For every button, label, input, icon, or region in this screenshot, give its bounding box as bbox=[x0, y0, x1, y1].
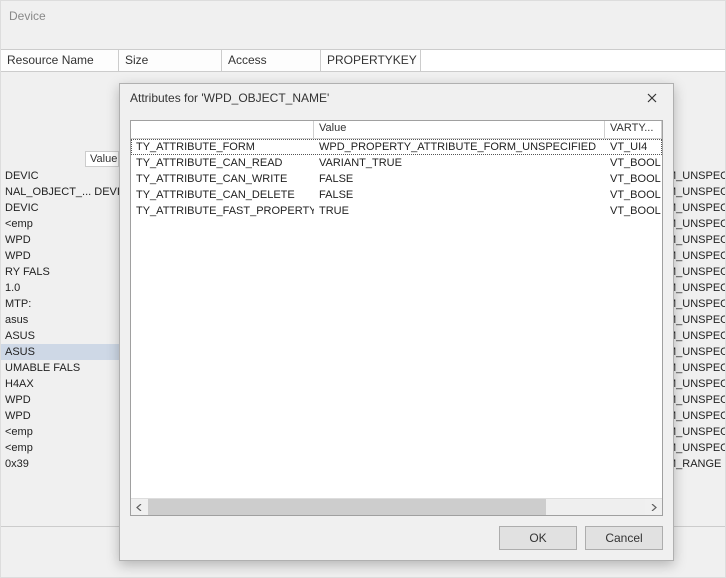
listview-column-header[interactable]: VARTY... bbox=[605, 121, 662, 138]
column-header[interactable]: Resource Name bbox=[1, 50, 119, 71]
attributes-dialog: Attributes for 'WPD_OBJECT_NAME' ValueVA… bbox=[119, 83, 674, 561]
listview-column-header[interactable]: Value bbox=[314, 121, 605, 138]
list-item[interactable]: 1.0 bbox=[1, 280, 119, 296]
list-item[interactable]: MTP: bbox=[1, 296, 119, 312]
list-item[interactable]: 0x39 bbox=[1, 456, 119, 472]
dialog-button-row: OK Cancel bbox=[130, 516, 663, 550]
listview-header: ValueVARTY... bbox=[131, 121, 662, 139]
table-row[interactable]: TY_ATTRIBUTE_FAST_PROPERTYTRUEVT_BOOL bbox=[131, 203, 662, 219]
attributes-listview[interactable]: ValueVARTY... TY_ATTRIBUTE_FORMWPD_PROPE… bbox=[130, 120, 663, 516]
value-column-header-partial: Value bbox=[85, 151, 119, 167]
table-row[interactable]: TY_ATTRIBUTE_CAN_WRITEFALSEVT_BOOL bbox=[131, 171, 662, 187]
column-header[interactable]: Size bbox=[119, 50, 222, 71]
table-cell: FALSE bbox=[314, 173, 605, 185]
table-cell: FALSE bbox=[314, 189, 605, 201]
scrollbar-right-arrow-icon[interactable] bbox=[645, 499, 662, 515]
list-item[interactable]: NAL_OBJECT_... DEVIC bbox=[1, 184, 119, 200]
table-cell: VT_BOOL bbox=[605, 205, 662, 217]
table-cell: TY_ATTRIBUTE_FORM bbox=[131, 141, 314, 153]
table-cell: TY_ATTRIBUTE_CAN_WRITE bbox=[131, 173, 314, 185]
table-cell: VT_UI4 bbox=[605, 141, 662, 153]
list-item[interactable]: <emp bbox=[1, 440, 119, 456]
table-cell: TY_ATTRIBUTE_FAST_PROPERTY bbox=[131, 205, 314, 217]
table-cell: TY_ATTRIBUTE_CAN_DELETE bbox=[131, 189, 314, 201]
list-item[interactable]: WPD bbox=[1, 248, 119, 264]
list-item[interactable]: H4AX bbox=[1, 376, 119, 392]
list-item[interactable]: WPD bbox=[1, 392, 119, 408]
list-item[interactable]: <emp bbox=[1, 216, 119, 232]
listview-rows: TY_ATTRIBUTE_FORMWPD_PROPERTY_ATTRIBUTE_… bbox=[131, 139, 662, 498]
table-row[interactable]: TY_ATTRIBUTE_FORMWPD_PROPERTY_ATTRIBUTE_… bbox=[131, 139, 662, 155]
list-item[interactable]: <emp bbox=[1, 424, 119, 440]
column-header[interactable]: Access bbox=[222, 50, 321, 71]
table-row[interactable]: TY_ATTRIBUTE_CAN_DELETEFALSEVT_BOOL bbox=[131, 187, 662, 203]
table-cell: VARIANT_TRUE bbox=[314, 157, 605, 169]
scrollbar-left-arrow-icon[interactable] bbox=[131, 499, 148, 515]
main-list-left-partial: DEVICNAL_OBJECT_... DEVICDEVIC<empWPDWPD… bbox=[1, 168, 119, 472]
value-column-header[interactable]: Value bbox=[85, 151, 119, 167]
scrollbar-thumb[interactable] bbox=[148, 499, 546, 515]
dialog-body: ValueVARTY... TY_ATTRIBUTE_FORMWPD_PROPE… bbox=[120, 112, 673, 560]
table-cell: WPD_PROPERTY_ATTRIBUTE_FORM_UNSPECIFIED bbox=[314, 141, 605, 153]
cancel-button[interactable]: Cancel bbox=[585, 526, 663, 550]
list-item[interactable]: asus bbox=[1, 312, 119, 328]
list-item[interactable]: ASUS bbox=[1, 344, 119, 360]
dialog-title: Attributes for 'WPD_OBJECT_NAME' bbox=[126, 91, 637, 105]
window-title: Device bbox=[9, 9, 46, 23]
table-row[interactable]: TY_ATTRIBUTE_CAN_READVARIANT_TRUEVT_BOOL bbox=[131, 155, 662, 171]
dialog-titlebar[interactable]: Attributes for 'WPD_OBJECT_NAME' bbox=[120, 84, 673, 112]
table-cell: TRUE bbox=[314, 205, 605, 217]
table-cell: VT_BOOL bbox=[605, 157, 662, 169]
list-item[interactable]: DEVIC bbox=[1, 168, 119, 184]
table-cell: TY_ATTRIBUTE_CAN_READ bbox=[131, 157, 314, 169]
scrollbar-track[interactable] bbox=[148, 499, 645, 515]
column-header[interactable]: PROPERTYKEY bbox=[321, 50, 421, 71]
column-header-row: Resource NameSizeAccessPROPERTYKEY bbox=[1, 49, 725, 72]
table-cell: VT_BOOL bbox=[605, 189, 662, 201]
listview-column-header[interactable] bbox=[131, 121, 314, 138]
list-item[interactable]: RY FALS bbox=[1, 264, 119, 280]
list-item[interactable]: WPD bbox=[1, 232, 119, 248]
ok-button[interactable]: OK bbox=[499, 526, 577, 550]
close-icon[interactable] bbox=[637, 86, 667, 110]
list-item[interactable]: UMABLE FALS bbox=[1, 360, 119, 376]
list-item[interactable]: WPD bbox=[1, 408, 119, 424]
list-item[interactable]: DEVIC bbox=[1, 200, 119, 216]
list-item[interactable]: ASUS bbox=[1, 328, 119, 344]
table-cell: VT_BOOL bbox=[605, 173, 662, 185]
horizontal-scrollbar[interactable] bbox=[131, 498, 662, 515]
